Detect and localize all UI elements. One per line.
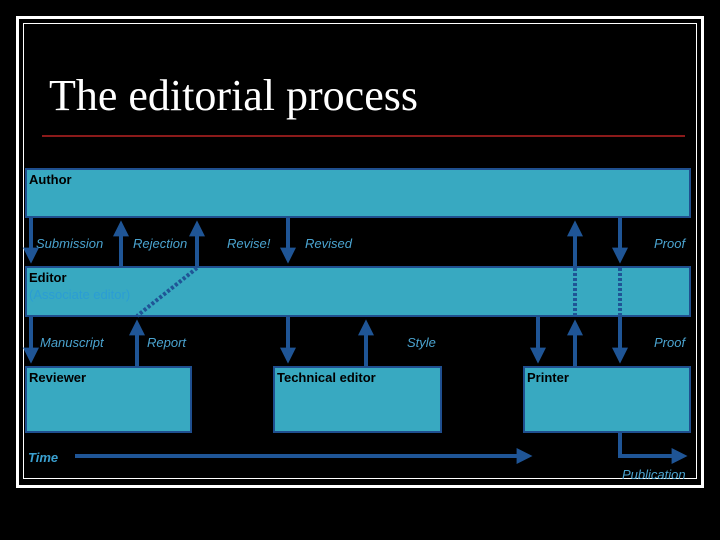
publication-arrow (618, 433, 688, 464)
flow-arrows (23, 218, 688, 464)
reviewer-link-dotted-line (135, 266, 199, 318)
